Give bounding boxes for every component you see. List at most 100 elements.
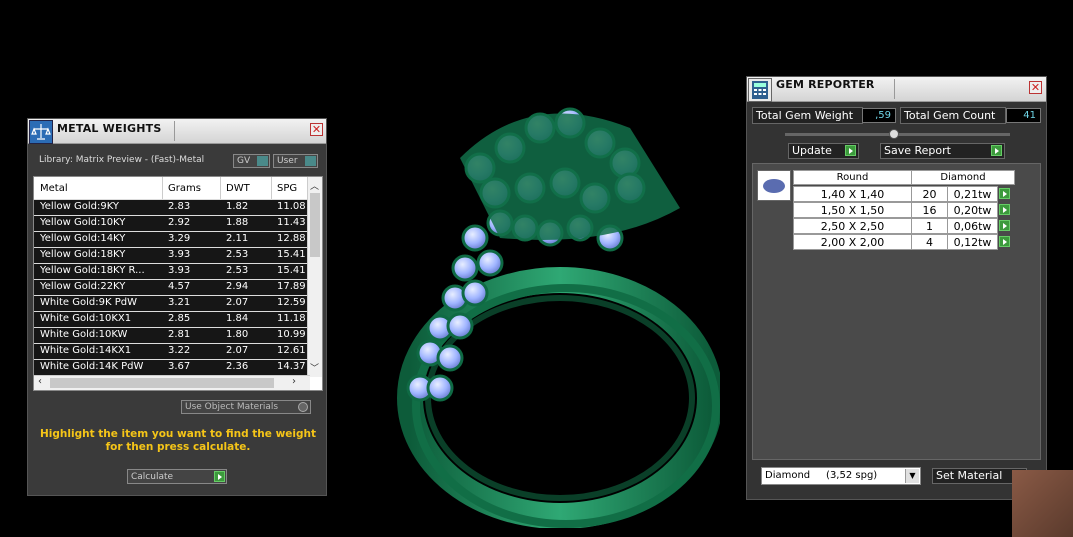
close-icon[interactable]: ✕ (1029, 81, 1042, 94)
col-spg[interactable]: SPG (277, 183, 297, 194)
dwt-cell: 2.94 (226, 281, 249, 292)
table-row[interactable]: Yellow Gold:22KY 4.57 2.94 17.89 (34, 279, 314, 295)
table-row[interactable]: White Gold:9K PdW 3.21 2.07 12.59 (34, 295, 314, 311)
slider-knob[interactable] (889, 129, 899, 139)
metal-weights-titlebar[interactable]: METAL WEIGHTS ✕ (28, 119, 326, 144)
total-gem-count-label: Total Gem Count (900, 107, 1006, 124)
gem-size-cell: 2,50 X 2,50 (793, 218, 912, 234)
material-select[interactable]: Diamond (3,52 spg) ▼ (761, 467, 921, 485)
table-row[interactable]: White Gold:10KW 2.81 1.80 10.99 (34, 327, 314, 343)
scroll-up-icon[interactable]: ︿ (310, 179, 319, 192)
calculator-icon (748, 78, 772, 102)
grams-cell: 2.83 (168, 201, 191, 212)
table-row[interactable]: White Gold:14KX1 3.22 2.07 12.61 (34, 343, 314, 359)
scroll-left-icon[interactable]: ‹ (38, 376, 42, 387)
save-report-button[interactable]: Save Report (880, 143, 1005, 159)
play-arrow-icon[interactable] (991, 145, 1002, 156)
metal-cell: Yellow Gold:14KY (40, 233, 126, 244)
gem-reporter-titlebar[interactable]: GEM REPORTER ✕ (747, 77, 1046, 102)
table-row[interactable]: Yellow Gold:18KY 3.93 2.53 15.41 (34, 247, 314, 263)
gv-label: GV (237, 156, 251, 166)
grams-cell: 2.92 (168, 217, 191, 228)
table-header: Metal Grams DWT SPG (34, 177, 314, 199)
table-row[interactable]: Yellow Gold:9KY 2.83 1.82 11.08 (34, 199, 314, 215)
background-object (1012, 470, 1073, 537)
title-divider (894, 79, 895, 99)
metal-cell: White Gold:14K PdW (40, 361, 144, 372)
gem-reporter-title: GEM REPORTER (776, 78, 875, 91)
library-label: Library: Matrix Preview - (Fast)-Metal (39, 155, 205, 165)
gem-count-cell: 16 (911, 202, 948, 218)
shape-header: Round (793, 170, 912, 185)
material-header: Diamond (911, 170, 1015, 185)
gem-stone (461, 224, 489, 252)
gem-weight-cell: 0,21tw (947, 186, 998, 202)
play-arrow-icon[interactable] (999, 204, 1010, 215)
scroll-thumb[interactable] (310, 193, 320, 257)
grams-cell: 2.81 (168, 329, 191, 340)
user-label: User (277, 156, 298, 166)
scale-icon (29, 120, 53, 144)
gem-weight-cell: 0,12tw (947, 234, 998, 250)
play-arrow-icon[interactable] (845, 145, 856, 156)
play-arrow-icon[interactable] (214, 471, 225, 482)
metal-cell: White Gold:14KX1 (40, 345, 132, 356)
gem-count-cell: 20 (911, 186, 948, 202)
metal-cell: Yellow Gold:22KY (40, 281, 126, 292)
3d-viewport[interactable]: METAL WEIGHTS ✕ Library: Matrix Preview … (0, 0, 1073, 537)
total-gem-weight-value: ,59 (862, 108, 896, 123)
metal-cell: Yellow Gold:18KY R... (40, 265, 145, 276)
chevron-down-icon[interactable]: ▼ (905, 469, 919, 483)
slider[interactable] (785, 129, 1010, 139)
gem-stone (461, 279, 489, 307)
scroll-down-icon[interactable]: ﹀ (310, 361, 319, 374)
gem-size-cell: 1,50 X 1,50 (793, 202, 912, 218)
metal-cell: Yellow Gold:18KY (40, 249, 126, 260)
ring-3d-model (397, 107, 720, 528)
calculate-label: Calculate (131, 472, 174, 482)
horizontal-scrollbar[interactable]: ‹ › (34, 375, 310, 390)
scroll-thumb-h[interactable] (50, 378, 274, 388)
table-row[interactable]: Yellow Gold:18KY R... 3.93 2.53 15.41 (34, 263, 314, 279)
table-row[interactable]: White Gold:14K PdW 3.67 2.36 14.37 (34, 359, 314, 375)
col-dwt[interactable]: DWT (226, 183, 250, 194)
table-row[interactable]: Yellow Gold:10KY 2.92 1.88 11.43 (34, 215, 314, 231)
gv-toggle[interactable]: GV (233, 154, 270, 168)
gem-weight-cell: 0,20tw (947, 202, 998, 218)
radio-icon[interactable] (298, 402, 308, 412)
table-row[interactable]: Yellow Gold:14KY 3.29 2.11 12.88 (34, 231, 314, 247)
save-report-label: Save Report (884, 144, 951, 157)
gem-stone (446, 312, 474, 340)
col-metal[interactable]: Metal (40, 183, 68, 194)
use-object-materials-option[interactable]: Use Object Materials (181, 400, 311, 414)
gem-stone (476, 249, 504, 277)
play-arrow-icon[interactable] (999, 220, 1010, 231)
grams-cell: 3.29 (168, 233, 191, 244)
close-icon[interactable]: ✕ (310, 123, 323, 136)
scroll-right-icon[interactable]: › (292, 376, 296, 387)
table-row[interactable]: White Gold:10KX1 2.85 1.84 11.18 (34, 311, 314, 327)
material-select-value: Diamond (3,52 spg) (765, 470, 878, 481)
play-arrow-icon[interactable] (999, 188, 1010, 199)
round-gem-icon[interactable] (757, 170, 791, 201)
calculate-button[interactable]: Calculate (127, 469, 227, 484)
gem-count-cell: 4 (911, 234, 948, 250)
grams-cell: 3.93 (168, 249, 191, 260)
dwt-cell: 1.88 (226, 217, 249, 228)
grams-cell: 3.67 (168, 361, 191, 372)
gem-count-cell: 1 (911, 218, 948, 234)
gem-weight-cell: 0,06tw (947, 218, 998, 234)
col-grams[interactable]: Grams (168, 183, 201, 194)
gem-stone (426, 374, 454, 402)
gem-stone (436, 344, 464, 372)
gem-reporter-panel: GEM REPORTER ✕ Total Gem Weight ,59 Tota… (746, 76, 1047, 500)
update-button[interactable]: Update (788, 143, 859, 159)
gem-size-cell: 2,00 X 2,00 (793, 234, 912, 250)
dwt-cell: 2.07 (226, 345, 249, 356)
vertical-scrollbar[interactable]: ︿ ﹀ (307, 177, 322, 377)
user-toggle[interactable]: User (273, 154, 318, 168)
play-arrow-icon[interactable] (999, 236, 1010, 247)
metal-weights-title: METAL WEIGHTS (57, 122, 162, 135)
dwt-cell: 2.53 (226, 265, 249, 276)
metal-weights-table[interactable]: Metal Grams DWT SPG Yellow Gold:9KY 2.83 1… (33, 176, 323, 391)
